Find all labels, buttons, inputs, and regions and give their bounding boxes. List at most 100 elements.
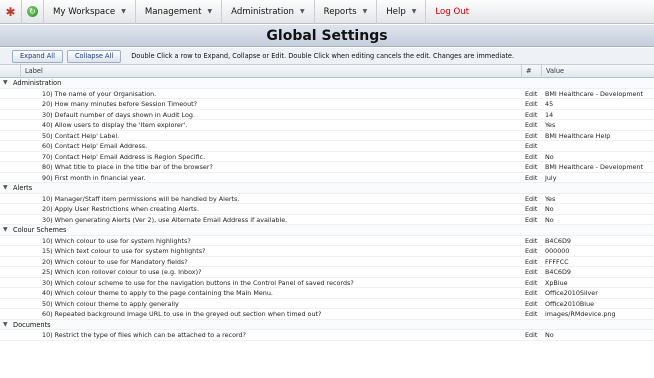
setting-label: 40) Allow users to display the 'Item exp… xyxy=(42,121,188,129)
top-navigation: ✱ ↻ My Workspace ▼ Management ▼ Administra… xyxy=(0,0,654,24)
edit-link[interactable]: Edit xyxy=(525,110,537,121)
group-row[interactable]: ▼ Alerts xyxy=(0,183,654,194)
setting-row[interactable]: 70) Contact Help' Email Address is Regio… xyxy=(0,152,654,163)
edit-link[interactable]: Edit xyxy=(525,299,537,310)
setting-row[interactable]: 50) Which colour theme to apply generall… xyxy=(0,299,654,310)
chevron-down-icon: ▼ xyxy=(299,8,305,15)
setting-value: B4C6D9 xyxy=(545,236,571,245)
setting-row[interactable]: 40) Allow users to display the 'Item exp… xyxy=(0,120,654,131)
setting-row[interactable]: 25) Which icon rollover colour to use (e… xyxy=(0,267,654,278)
setting-value: 000000 xyxy=(545,247,570,255)
setting-row[interactable]: 50) Contact Help' Label. Edit BMI Healthca… xyxy=(0,131,654,142)
setting-value: B4C6D9 xyxy=(545,268,571,276)
setting-value: XpBlue xyxy=(545,278,568,287)
setting-label: 10) Manager/Staff item permissions will … xyxy=(42,194,240,203)
setting-label: 30) Which colour scheme to use for the n… xyxy=(42,278,354,287)
group-row[interactable]: ▼ Documents xyxy=(0,319,654,331)
edit-link[interactable]: Edit xyxy=(525,141,537,152)
setting-label: 15) Which text colour to use for system … xyxy=(42,247,206,255)
edit-link[interactable]: Edit xyxy=(525,215,537,226)
expand-all-button[interactable]: Expand All xyxy=(12,49,63,63)
refresh-button[interactable]: ↻ xyxy=(22,0,44,24)
menu-label: My Workspace xyxy=(53,6,116,17)
setting-label: 70) Contact Help' Email Address is Regio… xyxy=(42,152,206,161)
menu-management[interactable]: Management ▼ xyxy=(136,0,223,24)
menu-label: Management xyxy=(144,6,202,17)
menu-my-workspace[interactable]: My Workspace ▼ xyxy=(44,0,136,24)
chevron-down-icon[interactable]: ▼ xyxy=(3,183,8,194)
group-label: Documents xyxy=(13,320,51,329)
group-label: Alerts xyxy=(13,184,33,192)
setting-row[interactable]: 20) Which colour to use for Mandatory fi… xyxy=(0,257,654,268)
setting-row[interactable]: 30) When generating Alerts (Ver 2), use … xyxy=(0,215,654,226)
edit-link[interactable]: Edit xyxy=(525,173,537,184)
edit-link[interactable]: Edit xyxy=(525,236,537,247)
edit-link[interactable]: Edit xyxy=(525,330,537,341)
instructions-text: Double Click a row to Expand, Collapse o… xyxy=(131,52,515,60)
setting-value: No xyxy=(545,152,554,161)
setting-value: No xyxy=(545,331,554,339)
chevron-down-icon[interactable]: ▼ xyxy=(3,225,8,236)
setting-label: 40) Which colour theme to apply to the p… xyxy=(42,289,273,297)
setting-row[interactable]: 10) Which colour to use for system highl… xyxy=(0,236,654,247)
setting-row[interactable]: 20) How many minutes before Session Time… xyxy=(0,99,654,110)
setting-row[interactable]: 10) The name of your Organisation. Edit BM… xyxy=(0,89,654,100)
edit-link[interactable]: Edit xyxy=(525,120,537,131)
chevron-down-icon[interactable]: ▼ xyxy=(3,320,8,331)
setting-row[interactable]: 30) Which colour scheme to use for the n… xyxy=(0,278,654,289)
setting-value: Office2010Silver xyxy=(545,289,598,297)
setting-row[interactable]: 30) Default number of days shown in Audi… xyxy=(0,110,654,121)
edit-link[interactable]: Edit xyxy=(525,278,537,289)
setting-label: 60) Contact Help' Email Address. xyxy=(42,142,148,150)
setting-label: 50) Which colour theme to apply generall… xyxy=(42,299,179,308)
setting-value: No xyxy=(545,215,554,224)
edit-link[interactable]: Edit xyxy=(525,309,537,320)
setting-label: 20) Apply User Restrictions when creatin… xyxy=(42,205,199,213)
setting-value: BMI Healthcare - Development xyxy=(545,163,644,171)
setting-row[interactable]: 10) Manager/Staff item permissions will … xyxy=(0,194,654,205)
setting-label: 10) Which colour to use for system highl… xyxy=(42,236,191,245)
setting-label: 10) The name of your Organisation. xyxy=(42,89,157,98)
group-row[interactable]: ▼ Colour Schemes xyxy=(0,225,654,236)
edit-link[interactable]: Edit xyxy=(525,131,537,142)
setting-row[interactable]: 15) Which text colour to use for system … xyxy=(0,246,654,257)
setting-row[interactable]: 90) First month in financial year. Edit Ju… xyxy=(0,173,654,184)
edit-link[interactable]: Edit xyxy=(525,204,537,215)
edit-link[interactable]: Edit xyxy=(525,257,537,268)
column-header-label[interactable]: Label xyxy=(20,65,521,78)
edit-link[interactable]: Edit xyxy=(525,246,537,257)
edit-link[interactable]: Edit xyxy=(525,288,537,299)
grid-header: Label # Value xyxy=(0,65,654,78)
setting-label: 60) Repeated background Image URL to use… xyxy=(42,310,322,318)
setting-value: images/RMdevice.png xyxy=(545,310,616,318)
column-header-hash[interactable]: # xyxy=(521,65,541,78)
setting-value: BMI Healthcare - Development xyxy=(545,89,644,98)
setting-row[interactable]: 80) What title to place in the title bar… xyxy=(0,162,654,173)
collapse-all-button[interactable]: Collapse All xyxy=(66,49,122,63)
setting-row[interactable]: 20) Apply User Restrictions when creatin… xyxy=(0,204,654,215)
column-header-value[interactable]: Value xyxy=(541,65,654,78)
setting-value: July xyxy=(545,173,557,182)
chevron-down-icon: ▼ xyxy=(411,8,417,15)
menu-administration[interactable]: Administration ▼ xyxy=(222,0,315,24)
setting-label: 30) When generating Alerts (Ver 2), use … xyxy=(42,215,288,224)
setting-row[interactable]: 10) Restrict the type of files which can… xyxy=(0,330,654,341)
group-row[interactable]: ▼ Administration xyxy=(0,78,654,89)
setting-value: Office2010Blue xyxy=(545,299,595,308)
edit-link[interactable]: Edit xyxy=(525,99,537,110)
logout-link[interactable]: Log Out xyxy=(426,0,478,24)
edit-link[interactable]: Edit xyxy=(525,194,537,205)
toolbar: Expand All Collapse All Double Click a r… xyxy=(0,48,654,65)
setting-row[interactable]: 40) Which colour theme to apply to the p… xyxy=(0,288,654,299)
edit-link[interactable]: Edit xyxy=(525,89,537,100)
chevron-down-icon[interactable]: ▼ xyxy=(3,78,8,89)
edit-link[interactable]: Edit xyxy=(525,267,537,278)
setting-row[interactable]: 60) Repeated background Image URL to use… xyxy=(0,309,654,320)
edit-link[interactable]: Edit xyxy=(525,162,537,173)
setting-label: 80) What title to place in the title bar… xyxy=(42,163,213,171)
setting-row[interactable]: 60) Contact Help' Email Address. Edit xyxy=(0,141,654,152)
menu-help[interactable]: Help ▼ xyxy=(377,0,427,24)
settings-icon[interactable]: ✱ xyxy=(0,0,22,24)
menu-reports[interactable]: Reports ▼ xyxy=(315,0,378,24)
edit-link[interactable]: Edit xyxy=(525,152,537,163)
